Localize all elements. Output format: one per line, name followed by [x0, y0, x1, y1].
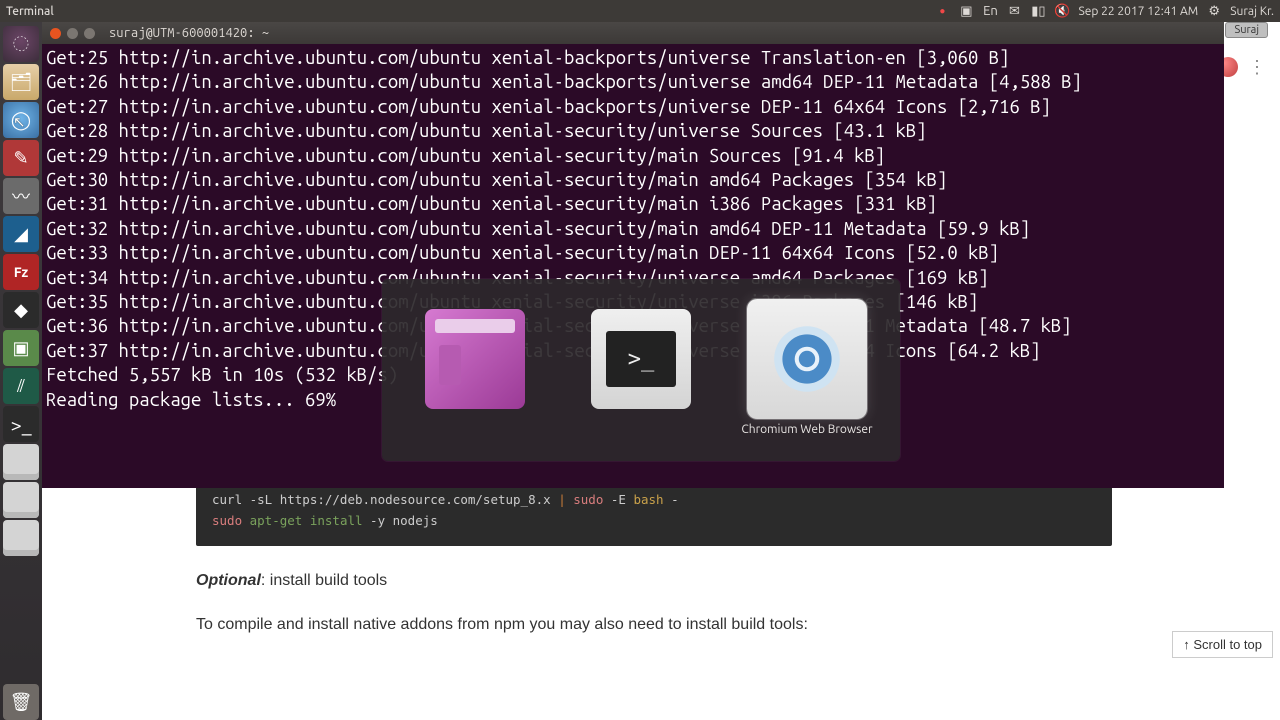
launcher-filezilla[interactable]: Fz: [3, 254, 39, 290]
volume-icon[interactable]: 🔇: [1054, 3, 1070, 19]
launcher-ubuntu-dash[interactable]: ◌: [3, 26, 39, 62]
launcher-android-studio[interactable]: ▣: [3, 330, 39, 366]
launcher-drive-2[interactable]: [3, 482, 39, 518]
terminal-line: Get:25 http://in.archive.ubuntu.com/ubun…: [46, 46, 1220, 70]
terminal-titlebar[interactable]: suraj@UTM-600001420: ~: [42, 22, 1224, 44]
compile-text: To compile and install native addons fro…: [196, 616, 1130, 634]
optional-heading: Optional: install build tools: [196, 572, 1130, 590]
kazam-icon: [425, 309, 525, 409]
terminal-line: Get:29 http://in.archive.ubuntu.com/ubun…: [46, 144, 1220, 168]
launcher-terminal[interactable]: >_: [3, 406, 39, 442]
terminal-line: Get:32 http://in.archive.ubuntu.com/ubun…: [46, 217, 1220, 241]
maximize-icon[interactable]: [84, 28, 95, 39]
switcher-label: Chromium Web Browser: [741, 423, 872, 437]
mail-icon[interactable]: ✉: [1006, 3, 1022, 19]
keyboard-icon[interactable]: En: [982, 3, 998, 19]
top-panel: Terminal ● ▣ En ✉ ▮▯ 🔇 Sep 22 2017 12:41…: [0, 0, 1280, 22]
terminal-line: Get:30 http://in.archive.ubuntu.com/ubun…: [46, 168, 1220, 192]
unity-launcher: ◌🗂◯✎〰◢Fz◆▣⫽>_ 🗑: [0, 22, 42, 720]
battery-icon[interactable]: ▮▯: [1030, 3, 1046, 19]
record-icon[interactable]: ●: [934, 3, 950, 19]
switcher-item-terminal[interactable]: >_: [572, 299, 710, 445]
clock[interactable]: Sep 22 2017 12:41 AM: [1078, 5, 1198, 18]
terminal-title: suraj@UTM-600001420: ~: [109, 26, 269, 40]
scroll-to-top-button[interactable]: ↑ Scroll to top: [1172, 631, 1273, 658]
terminal-line: Get:28 http://in.archive.ubuntu.com/ubun…: [46, 119, 1220, 143]
launcher-app-blue[interactable]: ◢: [3, 216, 39, 252]
close-icon[interactable]: [50, 28, 61, 39]
terminal-line: Get:33 http://in.archive.ubuntu.com/ubun…: [46, 241, 1220, 265]
launcher-files[interactable]: 🗂: [3, 64, 39, 100]
chromium-icon: [757, 309, 857, 409]
chrome-menu-icon[interactable]: ⋮: [1248, 57, 1266, 78]
launcher-inkscape[interactable]: ◆: [3, 292, 39, 328]
minimize-icon[interactable]: [67, 28, 78, 39]
session-user[interactable]: Suraj Kr.: [1230, 5, 1274, 18]
screencast-icon[interactable]: ▣: [958, 3, 974, 19]
chrome-profile-chip[interactable]: Suraj: [1225, 22, 1268, 38]
launcher-app-grey[interactable]: 〰: [3, 178, 39, 214]
launcher-drive-3[interactable]: [3, 520, 39, 556]
launcher-drive-1[interactable]: [3, 444, 39, 480]
alt-tab-switcher: >_ Chromium Web Browser: [382, 279, 900, 461]
launcher-chromium[interactable]: ◯: [3, 102, 39, 138]
terminal-line: Get:26 http://in.archive.ubuntu.com/ubun…: [46, 70, 1220, 94]
terminal-line: Get:27 http://in.archive.ubuntu.com/ubun…: [46, 95, 1220, 119]
gear-icon[interactable]: ⚙: [1206, 3, 1222, 19]
launcher-app-red[interactable]: ✎: [3, 140, 39, 176]
switcher-item-kazam[interactable]: [406, 299, 544, 445]
active-app-title: Terminal: [0, 5, 54, 18]
terminal-line: Get:31 http://in.archive.ubuntu.com/ubun…: [46, 192, 1220, 216]
terminal-icon: >_: [591, 309, 691, 409]
launcher-system-monitor[interactable]: ⫽: [3, 368, 39, 404]
launcher-trash[interactable]: 🗑: [3, 684, 39, 720]
switcher-item-chromium[interactable]: Chromium Web Browser: [738, 299, 876, 445]
